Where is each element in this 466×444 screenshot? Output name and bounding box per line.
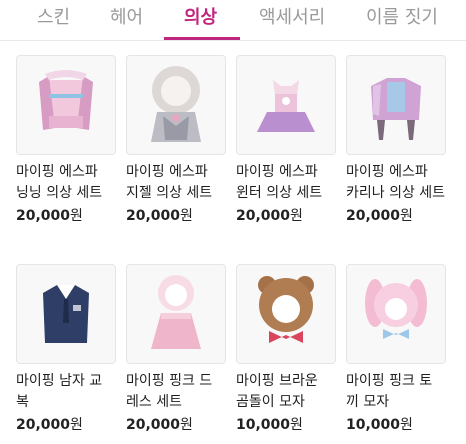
tab-skin[interactable]: 스킨 (37, 6, 70, 30)
price-currency: 원 (70, 208, 83, 224)
price-currency: 원 (400, 208, 413, 224)
product-card[interactable]: 마이핑 남자 교 복 20,000원 (16, 264, 116, 435)
navy-uniform-outfit-icon (43, 285, 89, 343)
price-value: 20,000 (16, 208, 71, 224)
product-card[interactable]: 마이핑 브라운 곰돌이 모자 10,000원 (236, 264, 336, 435)
product-price: 20,000원 (236, 206, 336, 226)
product-card[interactable]: 마이핑 핑크 토 끼 모자 10,000원 (346, 264, 446, 435)
product-thumbnail (126, 264, 226, 364)
price-value: 20,000 (346, 208, 401, 224)
price-value: 20,000 (126, 208, 181, 224)
product-price: 20,000원 (16, 415, 116, 435)
price-value: 20,000 (236, 208, 291, 224)
tab-accessory[interactable]: 액세서리 (259, 6, 325, 30)
price-currency: 원 (70, 417, 83, 433)
pink-bunny-hat-icon (365, 279, 427, 339)
product-price: 20,000원 (346, 206, 446, 226)
brown-bear-hat-icon (258, 276, 314, 343)
product-card[interactable]: 마이핑 에스파 윈터 의상 세트 20,000원 (236, 55, 336, 226)
product-thumbnail (16, 264, 116, 364)
price-value: 20,000 (126, 417, 181, 433)
product-name: 마이핑 핑크 드 레스 세트 (126, 373, 213, 410)
product-card[interactable]: 마이핑 핑크 드 레스 세트 20,000원 (126, 264, 226, 435)
product-name: 마이핑 에스파 윈터 의상 세트 (236, 164, 323, 201)
product-name: 마이핑 남자 교 복 (16, 373, 103, 410)
tab-hair[interactable]: 헤어 (110, 6, 143, 30)
product-name: 마이핑 에스파 카리나 의상 세트 (346, 164, 446, 201)
product-name: 마이핑 브라운 곰돌이 모자 (236, 373, 318, 410)
price-currency: 원 (400, 417, 413, 433)
product-thumbnail (126, 55, 226, 155)
price-currency: 원 (180, 208, 193, 224)
product-thumbnail (16, 55, 116, 155)
product-card[interactable]: 마이핑 에스파 닝닝 의상 세트 20,000원 (16, 55, 116, 226)
product-thumbnail (346, 55, 446, 155)
pink-dress-set-icon (151, 275, 201, 349)
product-price: 20,000원 (126, 206, 226, 226)
product-price: 10,000원 (236, 415, 336, 435)
product-thumbnail (346, 264, 446, 364)
product-price: 10,000원 (346, 415, 446, 435)
product-card[interactable]: 마이핑 에스파 카리나 의상 세트 20,000원 (346, 55, 446, 226)
price-currency: 원 (290, 208, 303, 224)
product-name: 마이핑 에스파 지젤 의상 세트 (126, 164, 213, 201)
product-name: 마이핑 핑크 토 끼 모자 (346, 373, 433, 410)
fur-hood-silver-outfit-icon (151, 66, 201, 142)
tab-naming[interactable]: 이름 짓기 (366, 6, 438, 30)
product-price: 20,000원 (16, 206, 116, 226)
price-currency: 원 (180, 417, 193, 433)
price-value: 10,000 (236, 417, 291, 433)
price-value: 20,000 (16, 417, 71, 433)
product-thumbnail (236, 264, 336, 364)
price-value: 10,000 (346, 417, 401, 433)
product-price: 20,000원 (126, 415, 226, 435)
product-thumbnail (236, 55, 336, 155)
price-currency: 원 (290, 417, 303, 433)
tab-outfit[interactable]: 의상 (184, 6, 217, 30)
product-name: 마이핑 에스파 닝닝 의상 세트 (16, 164, 103, 201)
metallic-jacket-outfit-icon (371, 78, 421, 140)
pink-jacket-outfit-icon (39, 70, 93, 130)
lavender-dress-outfit-icon (257, 80, 315, 132)
product-card[interactable]: 마이핑 에스파 지젤 의상 세트 20,000원 (126, 55, 226, 226)
active-tab-indicator (164, 37, 240, 40)
category-tabs: 스킨 헤어 의상 액세서리 이름 짓기 (0, 0, 466, 41)
